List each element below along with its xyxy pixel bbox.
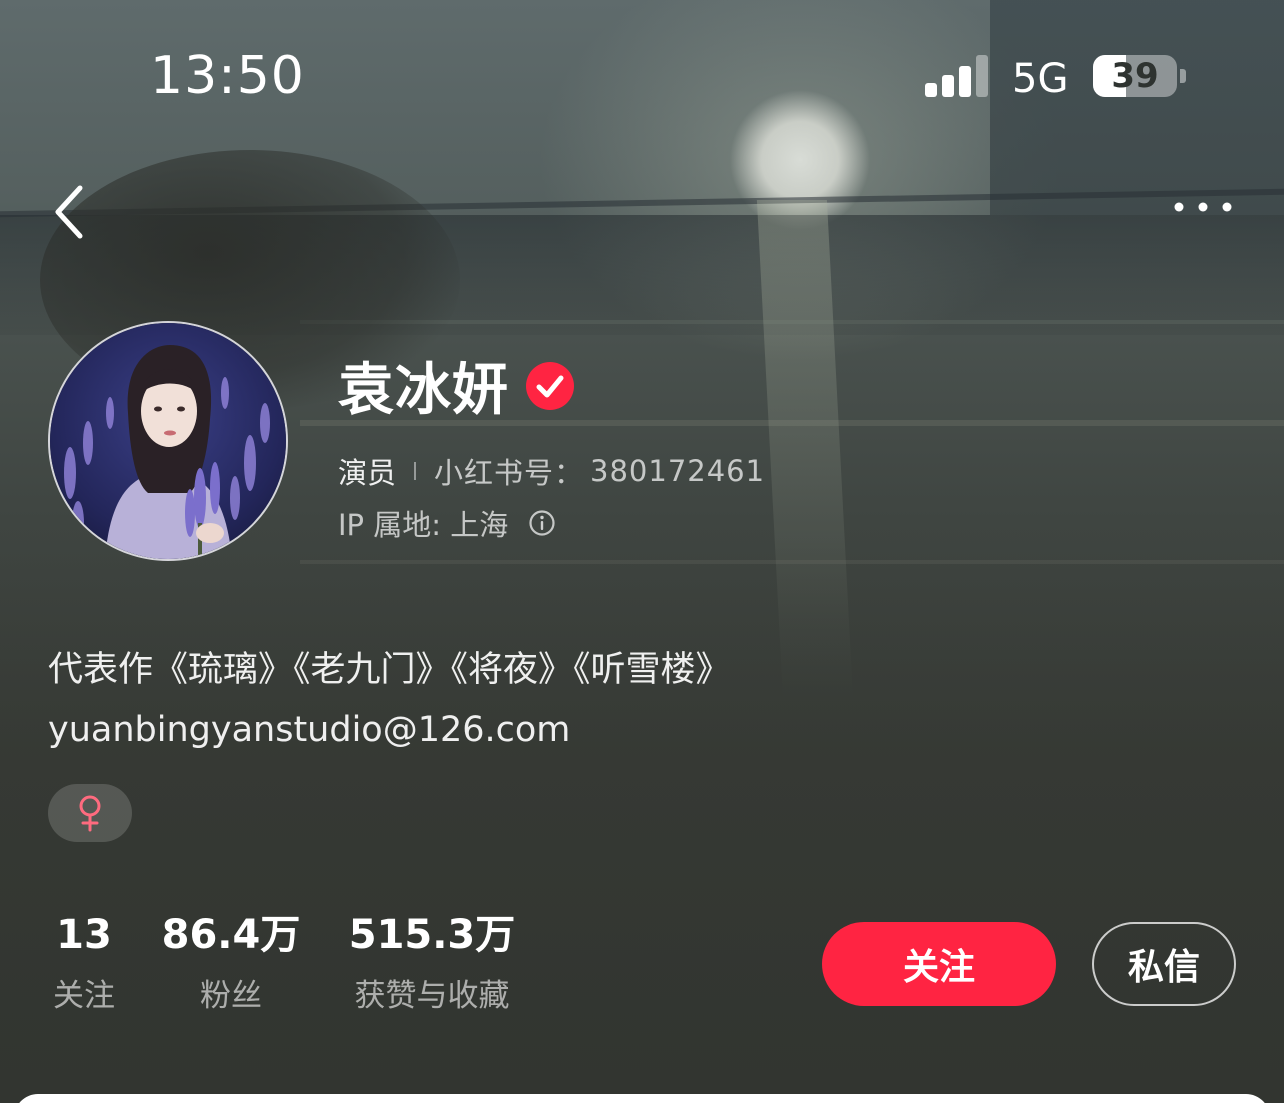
meta-divider bbox=[414, 462, 417, 480]
account-meta-row: 演员 小红书号： 380172461 bbox=[338, 450, 765, 492]
account-id-value[interactable]: 380172461 bbox=[590, 454, 765, 488]
stat-label: 关注 bbox=[53, 978, 115, 1014]
profile-role: 演员 bbox=[338, 456, 397, 490]
stat-likes-collections[interactable]: 515.3万 获赞与收藏 bbox=[342, 910, 522, 1016]
stat-followers[interactable]: 86.4万 粉丝 bbox=[160, 910, 302, 1016]
background-railing-band bbox=[0, 215, 1284, 335]
profile-name: 袁冰妍 bbox=[338, 358, 509, 423]
background-stair-line bbox=[300, 320, 1284, 324]
info-circle-icon[interactable] bbox=[528, 509, 556, 537]
stat-label: 获赞与收藏 bbox=[354, 978, 510, 1014]
back-button[interactable] bbox=[44, 178, 104, 246]
background-window bbox=[990, 0, 1284, 215]
status-time: 13:50 bbox=[150, 46, 305, 106]
background-railing bbox=[0, 188, 1284, 218]
content-sheet-edge bbox=[14, 1094, 1270, 1103]
background-stair-line bbox=[300, 560, 1284, 564]
stat-following[interactable]: 13 关注 bbox=[48, 910, 120, 1016]
avatar[interactable] bbox=[48, 321, 288, 561]
stat-value: 13 bbox=[56, 912, 112, 958]
stat-value: 86.4万 bbox=[161, 912, 301, 958]
female-icon bbox=[79, 795, 101, 832]
profile-screen: 13:50 5G 39 袁冰妍 演员 小红书号： 380172461 IP 属地… bbox=[0, 0, 1284, 1103]
profile-bio: 代表作《琉璃》《老九门》《将夜》《听雪楼》 yuanbingyanstudio@… bbox=[48, 640, 731, 760]
battery-cap bbox=[1180, 69, 1186, 83]
ip-location-row: IP 属地: 上海 bbox=[338, 502, 556, 544]
message-button[interactable]: 私信 bbox=[1092, 922, 1236, 1006]
background-sun-ray bbox=[756, 200, 854, 700]
bio-email: yuanbingyanstudio@126.com bbox=[48, 710, 571, 750]
bio-line: 代表作《琉璃》《老九门》《将夜》《听雪楼》 bbox=[48, 650, 731, 690]
follow-button[interactable]: 关注 bbox=[822, 922, 1056, 1006]
more-dots-icon bbox=[1174, 202, 1232, 212]
signal-strength-icon bbox=[925, 55, 991, 97]
background-dim-overlay bbox=[0, 540, 1284, 1103]
account-id-label: 小红书号： bbox=[434, 456, 585, 490]
verified-check-icon bbox=[526, 361, 574, 410]
battery-percent: 39 bbox=[1111, 56, 1159, 96]
gender-tag bbox=[48, 784, 132, 842]
more-button[interactable] bbox=[1165, 185, 1245, 229]
name-row: 袁冰妍 bbox=[338, 345, 575, 426]
avatar-portrait-image bbox=[50, 323, 286, 559]
battery-icon: 39 bbox=[1093, 55, 1177, 97]
stat-label: 粉丝 bbox=[200, 978, 262, 1014]
chevron-left-icon bbox=[55, 185, 83, 239]
stat-value: 515.3万 bbox=[348, 912, 516, 958]
network-type: 5G bbox=[1012, 56, 1069, 102]
ip-location-text: IP 属地: 上海 bbox=[338, 508, 509, 542]
